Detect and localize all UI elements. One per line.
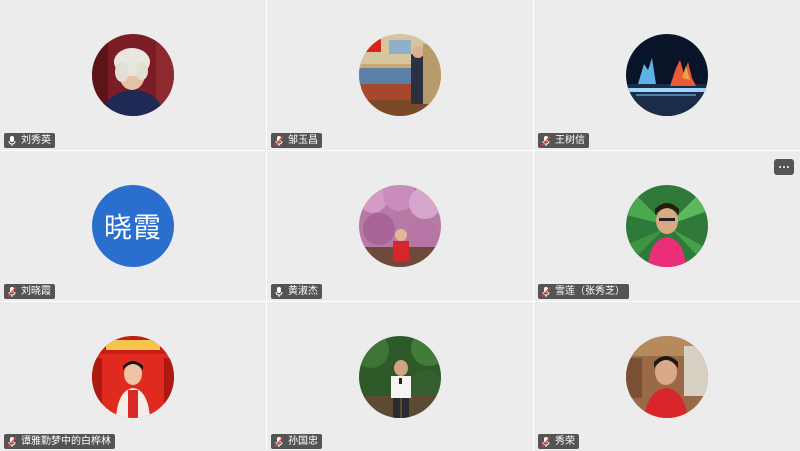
mic-muted-icon	[540, 135, 552, 147]
participant-name-label: 秀荣	[538, 434, 579, 449]
participant-name-label: 谭雅勤梦中的白桦林	[4, 434, 115, 449]
participant-tile[interactable]: 王树信	[534, 0, 800, 150]
participant-name-label: 雪莲（张秀芝）	[538, 284, 629, 299]
participant-name-label: 刘秀英	[4, 133, 55, 148]
participant-name-label: 王树信	[538, 133, 589, 148]
participant-name-label: 黄淑杰	[271, 284, 322, 299]
participant-name: 邹玉昌	[288, 135, 318, 146]
participant-avatar	[626, 185, 708, 267]
participant-name-label: 邹玉昌	[271, 133, 322, 148]
mic-muted-icon	[6, 286, 18, 298]
participant-avatar	[92, 34, 174, 116]
participant-name: 刘秀英	[21, 135, 51, 146]
participant-tile[interactable]: 黄淑杰	[267, 151, 533, 301]
participant-name: 谭雅勤梦中的白桦林	[21, 436, 111, 447]
participant-tile[interactable]: 雪莲（张秀芝）	[534, 151, 800, 301]
participant-avatar: 晓霞	[92, 185, 174, 267]
participant-avatar	[92, 336, 174, 418]
video-grid: 刘秀英 邹玉昌 王树信 晓霞 刘晓霞 黄淑杰 雪莲（张秀芝） 谭雅勤梦中的白桦林…	[0, 0, 800, 451]
participant-tile[interactable]: 秀荣	[534, 302, 800, 451]
mic-icon	[273, 286, 285, 298]
mic-muted-icon	[6, 436, 18, 448]
participant-name: 孙国忠	[288, 436, 318, 447]
participant-tile[interactable]: 邹玉昌	[267, 0, 533, 150]
participant-avatar	[359, 185, 441, 267]
more-icon	[779, 166, 781, 168]
participant-tile[interactable]: 刘秀英	[0, 0, 266, 150]
more-options-button[interactable]	[774, 159, 794, 175]
participant-avatar	[626, 34, 708, 116]
participant-tile[interactable]: 晓霞 刘晓霞	[0, 151, 266, 301]
participant-name: 王树信	[555, 135, 585, 146]
participant-avatar	[359, 336, 441, 418]
participant-tile[interactable]: 谭雅勤梦中的白桦林	[0, 302, 266, 451]
avatar-initials: 晓霞	[103, 211, 162, 244]
participant-tile[interactable]: 孙国忠	[267, 302, 533, 451]
participant-name: 秀荣	[555, 436, 575, 447]
participant-name-label: 孙国忠	[271, 434, 322, 449]
mic-muted-icon	[273, 135, 285, 147]
participant-name: 黄淑杰	[288, 286, 318, 297]
mic-muted-icon	[540, 286, 552, 298]
mic-muted-icon	[273, 436, 285, 448]
participant-name-label: 刘晓霞	[4, 284, 55, 299]
participant-name: 刘晓霞	[21, 286, 51, 297]
participant-avatar	[359, 34, 441, 116]
participant-name: 雪莲（张秀芝）	[555, 286, 625, 297]
mic-muted-icon	[540, 436, 552, 448]
participant-avatar	[626, 336, 708, 418]
mic-icon	[6, 135, 18, 147]
